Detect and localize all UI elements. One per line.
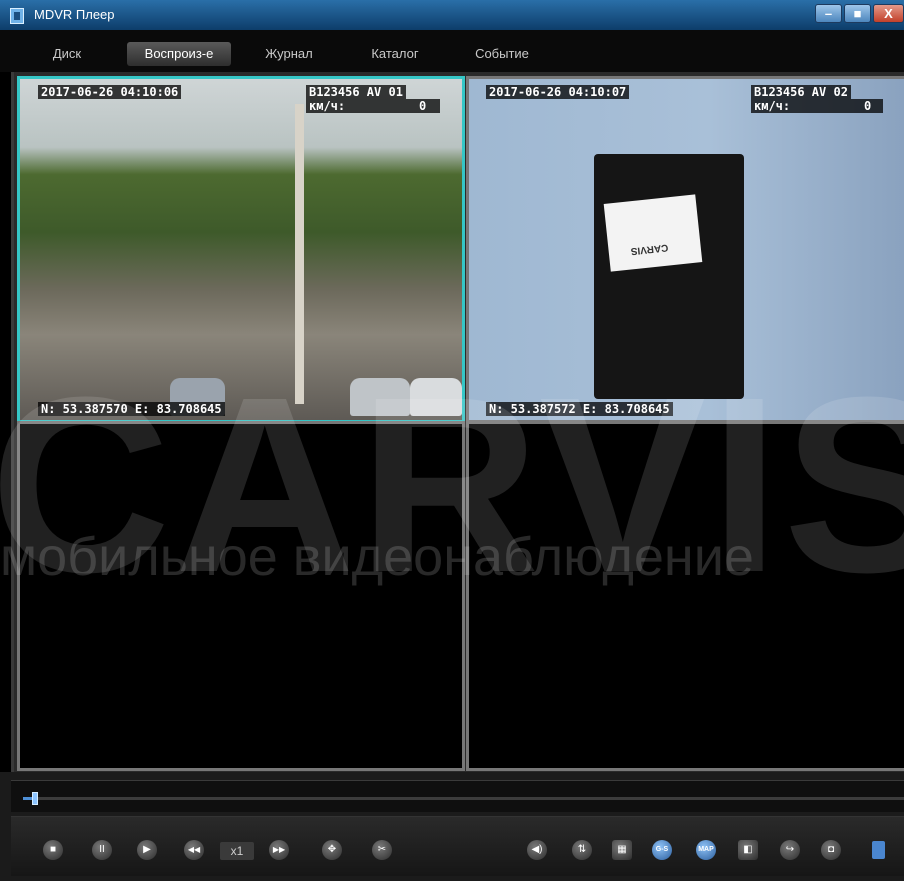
play-button[interactable]: ▶: [137, 840, 157, 860]
menu-playback[interactable]: Воспроиз-е: [127, 42, 231, 66]
clip-icon[interactable]: ✂: [372, 840, 392, 860]
device-label-card: CARVIS: [603, 194, 703, 272]
osd-gps: N: 53.387570 E: 83.708645: [38, 402, 225, 416]
mdvr-device: [594, 154, 744, 399]
expand-arrows-icon: ✥: [327, 844, 337, 855]
camera-scene-device: CARVIS: [469, 79, 904, 420]
scissors-icon: ✂: [377, 844, 387, 855]
export-button[interactable]: ↪: [780, 840, 800, 860]
pause-button[interactable]: II: [92, 840, 112, 860]
maximize-button[interactable]: ■: [844, 4, 871, 23]
osd-device-id: B123456 AV 01: [306, 85, 406, 99]
playback-speed: x1: [220, 842, 254, 860]
video-grid: 2017-06-26 04:10:06 B123456 AV 01 км/ч: …: [11, 72, 904, 772]
menu-catalog[interactable]: Каталог: [359, 42, 431, 66]
speaker-icon: ◀): [531, 844, 543, 855]
map-button[interactable]: MAP: [696, 840, 716, 860]
close-button[interactable]: X: [873, 4, 904, 23]
window-mode-button[interactable]: ◧: [738, 840, 758, 860]
osd-speed-value: 0: [864, 99, 872, 113]
fast-forward-button[interactable]: ▶▶: [269, 840, 289, 860]
video-channel-2[interactable]: CARVIS 2017-06-26 04:10:07 B123456 AV 02…: [466, 76, 904, 423]
video-channel-4[interactable]: [466, 421, 904, 771]
file-icon[interactable]: [872, 841, 885, 859]
timeline-slider-handle[interactable]: [32, 792, 38, 805]
menu-disk[interactable]: Диск: [36, 42, 98, 66]
playback-panel: ■ II ▶ ◀◀ x1 ▶▶ ✥ ✂ ◀) ⇅ ▦ G-S MAP ◧ ↪ ◘: [0, 772, 904, 881]
video-channel-3[interactable]: [17, 421, 465, 771]
osd-gps: N: 53.387572 E: 83.708645: [486, 402, 673, 416]
parked-car: [410, 378, 462, 416]
device-brand-label: CARVIS: [630, 241, 669, 257]
minimize-button[interactable]: –: [815, 4, 842, 23]
parked-car: [350, 378, 410, 416]
sliders-icon: ⇅: [577, 844, 587, 855]
volume-button[interactable]: ◀): [527, 840, 547, 860]
menu-event[interactable]: Событие: [462, 42, 542, 66]
utility-pole: [295, 104, 304, 404]
grid-layout-button[interactable]: ▦: [612, 840, 632, 860]
menu-log[interactable]: Журнал: [254, 42, 324, 66]
grid-icon: ▦: [617, 844, 627, 855]
fullscreen-icon[interactable]: ✥: [322, 840, 342, 860]
rewind-button[interactable]: ◀◀: [184, 840, 204, 860]
osd-timestamp: 2017-06-26 04:10:07: [486, 85, 630, 99]
snapshot-button[interactable]: ◘: [821, 840, 841, 860]
video-channel-1[interactable]: 2017-06-26 04:10:06 B123456 AV 01 км/ч: …: [17, 76, 465, 423]
title-bar: MDVR Плеер – ■ X: [0, 0, 904, 30]
menu-bar: Диск Воспроиз-е Журнал Каталог Событие: [0, 30, 904, 72]
stop-button[interactable]: ■: [43, 840, 63, 860]
timeline[interactable]: [11, 780, 904, 812]
timeline-track: [23, 797, 904, 800]
osd-device-id: B123456 AV 02: [751, 85, 851, 99]
export-arrow-icon: ↪: [785, 844, 795, 855]
osd-timestamp: 2017-06-26 04:10:06: [38, 85, 182, 99]
control-bar: ■ II ▶ ◀◀ x1 ▶▶ ✥ ✂ ◀) ⇅ ▦ G-S MAP ◧ ↪ ◘: [11, 816, 904, 876]
window-title: MDVR Плеер: [34, 7, 115, 22]
camera-icon: ◘: [827, 844, 835, 855]
equalizer-button[interactable]: ⇅: [572, 840, 592, 860]
app-icon: [10, 8, 24, 24]
osd-speed-value: 0: [419, 99, 427, 113]
g-sensor-button[interactable]: G-S: [652, 840, 672, 860]
window-icon: ◧: [743, 844, 753, 855]
camera-scene-street: [20, 79, 462, 420]
timeline-progress: [23, 797, 32, 800]
